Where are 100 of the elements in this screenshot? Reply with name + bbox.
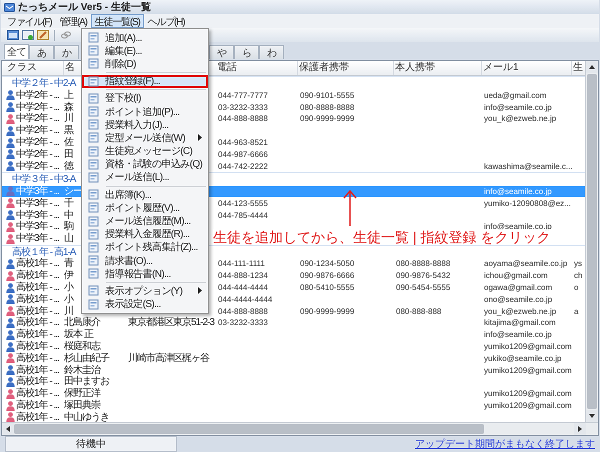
table-cell: 駒 <box>64 221 73 232</box>
table-cell-text: ono@seamile.co.jp <box>483 294 552 305</box>
table-cell[interactable]: 中学2年 - ... <box>16 148 59 160</box>
table-cell-text: aoyama@seamile.co.jp <box>483 258 568 270</box>
table-cell-text: 044-4444-4444 <box>217 294 272 305</box>
table-cell[interactable]: 高校1年 - ... <box>16 341 59 352</box>
menu-item[interactable]: メール送信(L)... <box>82 170 208 184</box>
annotation-text: 生徒を追加してから、生徒一覧 | 指紋登録 をクリック <box>213 229 550 245</box>
menu-item[interactable]: 編集(E)... <box>82 44 208 58</box>
menu-item[interactable]: 登下校(I) <box>82 92 208 105</box>
menu-item[interactable]: ポイント追加(P)... <box>82 104 208 118</box>
table-cell: 山 <box>64 233 73 244</box>
menu-item[interactable]: 請求書(O)... <box>82 254 208 268</box>
table-cell: 塚田典崇 <box>64 400 100 412</box>
menu-item[interactable]: 資格・試験の申込み(Q) <box>82 158 208 171</box>
status-text: 待機中 <box>5 436 177 452</box>
table-cell-text: yumiko1209@gmail.com <box>483 341 572 352</box>
menu-bar-item[interactable]: ヘルプ(H) <box>144 14 188 28</box>
table-cell: 小 <box>64 294 73 305</box>
tab[interactable]: ら <box>234 45 259 59</box>
tab[interactable]: あ <box>29 45 54 59</box>
menu-item[interactable]: 削除(D) <box>82 57 208 71</box>
window-icon[interactable] <box>7 29 19 41</box>
table-cell[interactable]: 高校1年 - ... <box>16 388 59 400</box>
menu-item[interactable]: ポイント履歴(V)... <box>82 201 208 214</box>
scroll-up-icon[interactable] <box>586 61 598 73</box>
menu-item[interactable]: 表示設定(S)... <box>82 298 208 311</box>
table-cell[interactable]: 高校1年 - ... <box>16 294 59 305</box>
document-icon <box>88 202 99 214</box>
table-cell[interactable]: 高校1年 - ... <box>16 352 59 364</box>
table-cell[interactable]: 中学2年 - ... <box>16 113 59 124</box>
scroll-left-icon[interactable] <box>2 423 14 435</box>
table-cell-text: 044-444-4444 <box>217 282 268 294</box>
table-cell-text: you_k@ezweb.ne.jp <box>483 113 556 124</box>
table-cell: 田 <box>64 148 73 160</box>
table-cell: 川崎市高津区梶ヶ谷 <box>128 352 209 364</box>
table-cell[interactable]: 高校1年 - ... <box>16 317 59 328</box>
tab[interactable]: や <box>209 45 234 59</box>
window-add-icon[interactable] <box>22 29 34 41</box>
table-cell[interactable]: 高校1年 - ... <box>16 329 59 340</box>
scroll-thumb[interactable] <box>587 74 597 409</box>
tab[interactable]: わ <box>259 45 284 59</box>
table-cell[interactable]: 高校1年 - ... <box>16 412 59 423</box>
menu-bar-item[interactable]: ファイル(F) <box>3 14 56 28</box>
scroll-down-icon[interactable] <box>586 410 598 422</box>
menu-bar-item[interactable]: 生徒一覧(S) <box>90 14 144 28</box>
menu-item[interactable]: 表示オプション(Y) <box>82 284 208 298</box>
table-cell[interactable]: 中学2年 - ... <box>16 137 59 148</box>
group-header: 高校１年 - 高1-A <box>12 246 76 258</box>
table-cell[interactable]: 中学3年 - ... <box>16 221 59 232</box>
table-cell[interactable]: 中学3年 - ... <box>16 233 59 244</box>
tab[interactable]: 全て <box>4 44 29 59</box>
table-cell[interactable]: 中学2年 - ... <box>16 90 59 101</box>
column-header[interactable]: メール1 <box>482 61 572 75</box>
scroll-right-icon[interactable] <box>574 423 586 435</box>
menu-item[interactable]: 生徒宛メッセージ(C) <box>82 144 208 158</box>
menu-item[interactable]: 指紋登録(F)... <box>82 74 208 88</box>
table-cell[interactable]: 高校1年 - ... <box>16 282 59 294</box>
table-cell-text: 044-987-6666 <box>217 148 268 160</box>
table-cell[interactable]: 中学3年 - ... <box>16 210 59 221</box>
table-cell[interactable]: 高校1年 - ... <box>16 376 59 388</box>
table-cell[interactable]: 中学2年 - ... <box>16 160 59 172</box>
column-header[interactable]: 電話 <box>216 61 298 75</box>
menu-item[interactable]: 定型メール送信(W) <box>82 131 208 144</box>
table-cell-text: ueda@gmail.com <box>483 90 546 101</box>
column-header[interactable]: クラス <box>6 61 64 75</box>
table-cell[interactable]: 高校1年 - ... <box>16 400 59 412</box>
table-cell-text: you_k@ezweb.ne.jp <box>483 306 556 317</box>
table-cell-text: ogawa@gmail.com <box>483 282 552 294</box>
table-cell: 鈴木圭治 <box>64 364 100 376</box>
scroll-thumb[interactable] <box>14 424 484 434</box>
update-link[interactable]: アップデート期間がまもなく終了します <box>415 437 595 451</box>
menu-item[interactable]: メール送信履歴(M)... <box>82 214 208 228</box>
document-icon <box>88 216 99 227</box>
table-cell[interactable]: 高校1年 - ... <box>16 306 59 317</box>
menu-item[interactable]: 授業料入金履歴(R)... <box>82 228 208 241</box>
table-cell[interactable]: 高校1年 - ... <box>16 270 59 282</box>
table-cell[interactable]: 中学2年 - ... <box>16 125 59 136</box>
table-cell: 杉山由紀子 <box>64 352 109 364</box>
link-icon[interactable] <box>60 29 72 41</box>
menu-item[interactable]: 追加(A)... <box>82 31 208 44</box>
table-cell[interactable]: 高校1年 - ... <box>16 364 59 376</box>
table-cell-text: 044-888-8888 <box>217 113 268 124</box>
table-cell[interactable]: 中学2年 - ... <box>16 102 59 113</box>
table-cell[interactable]: 中学3年 - ... <box>16 198 59 209</box>
column-header[interactable]: 本人携帯 <box>394 61 482 75</box>
menu-bar-item[interactable]: 管理(A) <box>55 14 91 28</box>
table-cell-text: 03-3232-3333 <box>217 102 268 113</box>
table-cell: 上 <box>64 90 73 101</box>
document-icon <box>88 106 99 118</box>
edit-icon[interactable] <box>37 29 49 41</box>
table-cell: 東京都港区東京51-2-3 <box>128 317 214 328</box>
menu-item[interactable]: ポイント残高集計(Z)... <box>82 240 208 254</box>
tab[interactable]: か <box>54 45 79 59</box>
table-cell[interactable]: 高校1年 - ... <box>16 258 59 270</box>
menu-item[interactable]: 授業料入力(J)... <box>82 118 208 132</box>
menu-item[interactable]: 出席簿(K)... <box>82 188 208 202</box>
table-cell-text: yumiko1209@gmail.com <box>483 364 572 376</box>
menu-item[interactable]: 指導報告書(N)... <box>82 267 208 280</box>
column-header[interactable]: 保護者携帯 <box>298 61 394 75</box>
